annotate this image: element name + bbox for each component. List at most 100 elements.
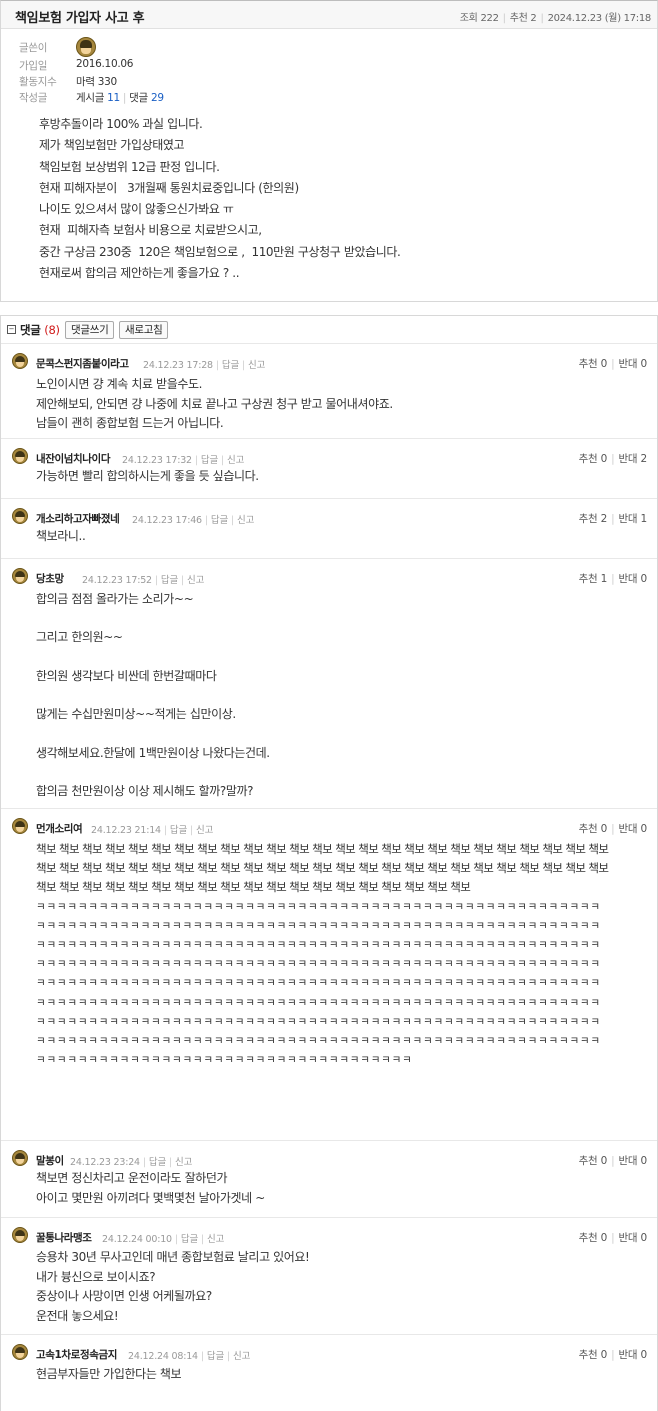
reply-link[interactable]: 답글 bbox=[207, 1351, 224, 1362]
recommend-label: 추천 bbox=[509, 13, 528, 24]
comment-body: 승용차 30년 무사고인데 매년 종합보험료 날리고 있어요! 내가 븅신으로 … bbox=[36, 1248, 310, 1326]
comment-item: 고속1차로정속금지 24.12.24 08:14 | 답글 | 신고 추천 0 | 반대 0… bbox=[1, 1334, 657, 1411]
post-body: 후방추돌이라 100% 과실 입니다. 제가 책임보험만 가입상태였고 책임보험… bbox=[39, 114, 401, 284]
report-link[interactable]: 신고 bbox=[196, 825, 213, 836]
comment-line: 아이고 몇만원 아끼려다 몇백몇천 날아가겟네 ~ bbox=[36, 1190, 265, 1205]
downvote-label: 반대 bbox=[618, 1155, 638, 1167]
comment-line: 가능하면 빨리 합의하시는게 좋을 듯 싶습니다. bbox=[36, 469, 259, 483]
replies-link[interactable]: 댓글 29 bbox=[129, 92, 164, 104]
report-link[interactable]: 신고 bbox=[237, 515, 254, 526]
comment-meta: 24.12.23 17:46 | 답글 | 신고 bbox=[132, 515, 255, 526]
comment-line: 그리고 한의원~~ bbox=[36, 630, 123, 645]
comment-author[interactable]: 내잔이넘치나이다 bbox=[36, 451, 110, 466]
comment-meta: 24.12.24 00:10 | 답글 | 신고 bbox=[102, 1234, 225, 1245]
commenter-avatar[interactable] bbox=[12, 508, 28, 524]
reply-link[interactable]: 답글 bbox=[149, 1157, 166, 1168]
downvote-button[interactable]: 반대 0 bbox=[618, 573, 647, 585]
downvote-button[interactable]: 반대 0 bbox=[618, 1232, 647, 1244]
comment-line: 책보라니.. bbox=[36, 529, 86, 543]
upvote-label: 추천 bbox=[578, 453, 598, 465]
downvote-label: 반대 bbox=[618, 1232, 638, 1244]
comment-body: 책보라니.. bbox=[36, 527, 86, 547]
upvote-button[interactable]: 추천 0 bbox=[579, 453, 608, 465]
upvote-button[interactable]: 추천 0 bbox=[579, 823, 608, 835]
downvote-button[interactable]: 반대 1 bbox=[618, 513, 647, 525]
comment-paragraph: ㅋㅋㅋㅋㅋㅋㅋㅋㅋㅋㅋㅋㅋㅋㅋㅋㅋㅋㅋㅋㅋㅋㅋㅋㅋㅋㅋㅋㅋㅋㅋㅋㅋㅋㅋㅋㅋㅋㅋㅋ… bbox=[36, 900, 601, 1067]
comment-date: 24.12.24 00:10 bbox=[102, 1234, 172, 1245]
downvote-button[interactable]: 반대 0 bbox=[618, 1349, 647, 1361]
recommend-count: 2 bbox=[530, 13, 537, 24]
downvote-label: 반대 bbox=[618, 513, 638, 525]
comment-author[interactable]: 개소리하고자빠졌네 bbox=[36, 511, 120, 526]
comment-author[interactable]: 말봉이 bbox=[36, 1153, 64, 1168]
comment-author[interactable]: 꿀통나라맹조 bbox=[36, 1230, 92, 1245]
downvote-button[interactable]: 반대 0 bbox=[618, 358, 647, 370]
downvote-button[interactable]: 반대 2 bbox=[618, 453, 647, 465]
activity-value: 마력 330 bbox=[76, 76, 117, 88]
reply-link[interactable]: 답글 bbox=[170, 825, 187, 836]
comment-meta: 24.12.23 17:28 | 답글 | 신고 bbox=[143, 360, 266, 371]
comment-votes: 추천 1 | 반대 0 bbox=[578, 573, 648, 585]
author-avatar[interactable] bbox=[76, 37, 96, 57]
comment-line: 생각해보세요.한달에 1백만원이상 나왔다는건데. bbox=[36, 745, 270, 760]
post-body-line: 후방추돌이라 100% 과실 입니다. bbox=[39, 117, 203, 131]
write-comment-button[interactable]: 댓글쓰기 bbox=[65, 321, 115, 339]
reply-link[interactable]: 답글 bbox=[222, 360, 239, 371]
downvote-label: 반대 bbox=[618, 1349, 638, 1361]
upvote-button[interactable]: 추천 2 bbox=[579, 513, 608, 525]
joined-value: 2016.10.06 bbox=[76, 58, 134, 70]
reply-link[interactable]: 답글 bbox=[211, 515, 228, 526]
comment-author[interactable]: 먼개소리여 bbox=[36, 821, 83, 836]
comment-item: 내잔이넘치나이다 24.12.23 17:32 | 답글 | 신고 추천 0 | 반대 2 … bbox=[1, 438, 657, 498]
posts-link[interactable]: 게시글 11 bbox=[76, 92, 120, 104]
reply-link[interactable]: 답글 bbox=[201, 455, 218, 466]
report-link[interactable]: 신고 bbox=[207, 1234, 224, 1245]
upvote-button[interactable]: 추천 0 bbox=[579, 1232, 608, 1244]
downvote-count: 0 bbox=[640, 1155, 648, 1167]
refresh-button[interactable]: 새로고침 bbox=[119, 321, 169, 339]
comments-title-label: 댓글 bbox=[20, 323, 41, 337]
commenter-avatar[interactable] bbox=[12, 353, 28, 369]
report-link[interactable]: 신고 bbox=[227, 455, 244, 466]
commenter-avatar[interactable] bbox=[12, 1227, 28, 1243]
commenter-avatar[interactable] bbox=[12, 568, 28, 584]
commenter-avatar[interactable] bbox=[12, 448, 28, 464]
comment-meta: 24.12.23 17:32 | 답글 | 신고 bbox=[122, 455, 245, 466]
report-link[interactable]: 신고 bbox=[187, 575, 204, 586]
comments-count: (8) bbox=[44, 323, 60, 337]
upvote-label: 추천 bbox=[578, 1349, 598, 1361]
upvote-button[interactable]: 추천 0 bbox=[579, 358, 608, 370]
comment-votes: 추천 0 | 반대 0 bbox=[578, 1155, 648, 1167]
upvote-button[interactable]: 추천 0 bbox=[579, 1155, 608, 1167]
downvote-button[interactable]: 반대 0 bbox=[618, 823, 647, 835]
reply-link[interactable]: 답글 bbox=[181, 1234, 198, 1245]
upvote-count: 0 bbox=[600, 358, 608, 370]
commenter-avatar[interactable] bbox=[12, 1150, 28, 1166]
comment-line: 합의금 점점 올라가는 소리가~~ bbox=[36, 592, 194, 606]
comment-item: 말봉이 24.12.23 23:24 | 답글 | 신고 추천 0 | 반대 0 책보면 정… bbox=[1, 1140, 657, 1217]
comment-body: 책보면 정신차리고 운전이라도 잘하던가 아이고 몇만원 아끼려다 몇백몇천 날… bbox=[36, 1169, 265, 1208]
comment-author[interactable]: 고속1차로정속금지 bbox=[36, 1347, 117, 1362]
upvote-button[interactable]: 추천 1 bbox=[579, 573, 608, 585]
reply-link[interactable]: 답글 bbox=[161, 575, 178, 586]
commenter-avatar[interactable] bbox=[12, 1344, 28, 1360]
comments-toolbar: − 댓글 (8) 댓글쓰기 새로고침 bbox=[1, 316, 657, 343]
post-title: 책임보험 가입자 사고 후 bbox=[15, 11, 145, 26]
comment-body: 노인이시면 걍 계속 치료 받을수도. 제안해보되, 안되면 걍 나중에 치료 … bbox=[36, 375, 393, 434]
comment-item: 문콕스펀지좀붙이라고 24.12.23 17:28 | 답글 | 신고 추천 0 | 반대 … bbox=[1, 343, 657, 438]
collapse-toggle-icon[interactable]: − bbox=[7, 325, 16, 334]
comment-author[interactable]: 문콕스펀지좀붙이라고 bbox=[36, 356, 129, 371]
report-link[interactable]: 신고 bbox=[233, 1351, 250, 1362]
comment-body: 합의금 점점 올라가는 소리가~~ 그리고 한의원~~ 한의원 생각보다 비싼데… bbox=[36, 590, 270, 801]
downvote-button[interactable]: 반대 0 bbox=[618, 1155, 647, 1167]
post-header: 책임보험 가입자 사고 후 조회 222 | 추천 2 | 2024.12.23 (월)… bbox=[1, 1, 657, 29]
comment-body: 가능하면 빨리 합의하시는게 좋을 듯 싶습니다. bbox=[36, 467, 259, 487]
comment-line: 많게는 수십만원미상~~적게는 십만이상. bbox=[36, 707, 236, 722]
comment-author[interactable]: 당초망 bbox=[36, 571, 64, 586]
upvote-button[interactable]: 추천 0 bbox=[579, 1349, 608, 1361]
post-body-line: 제가 책임보험만 가입상태였고 bbox=[39, 138, 185, 153]
comment-line: 내가 븅신으로 보이시죠? bbox=[36, 1269, 156, 1284]
commenter-avatar[interactable] bbox=[12, 818, 28, 834]
report-link[interactable]: 신고 bbox=[248, 360, 265, 371]
report-link[interactable]: 신고 bbox=[175, 1157, 192, 1168]
